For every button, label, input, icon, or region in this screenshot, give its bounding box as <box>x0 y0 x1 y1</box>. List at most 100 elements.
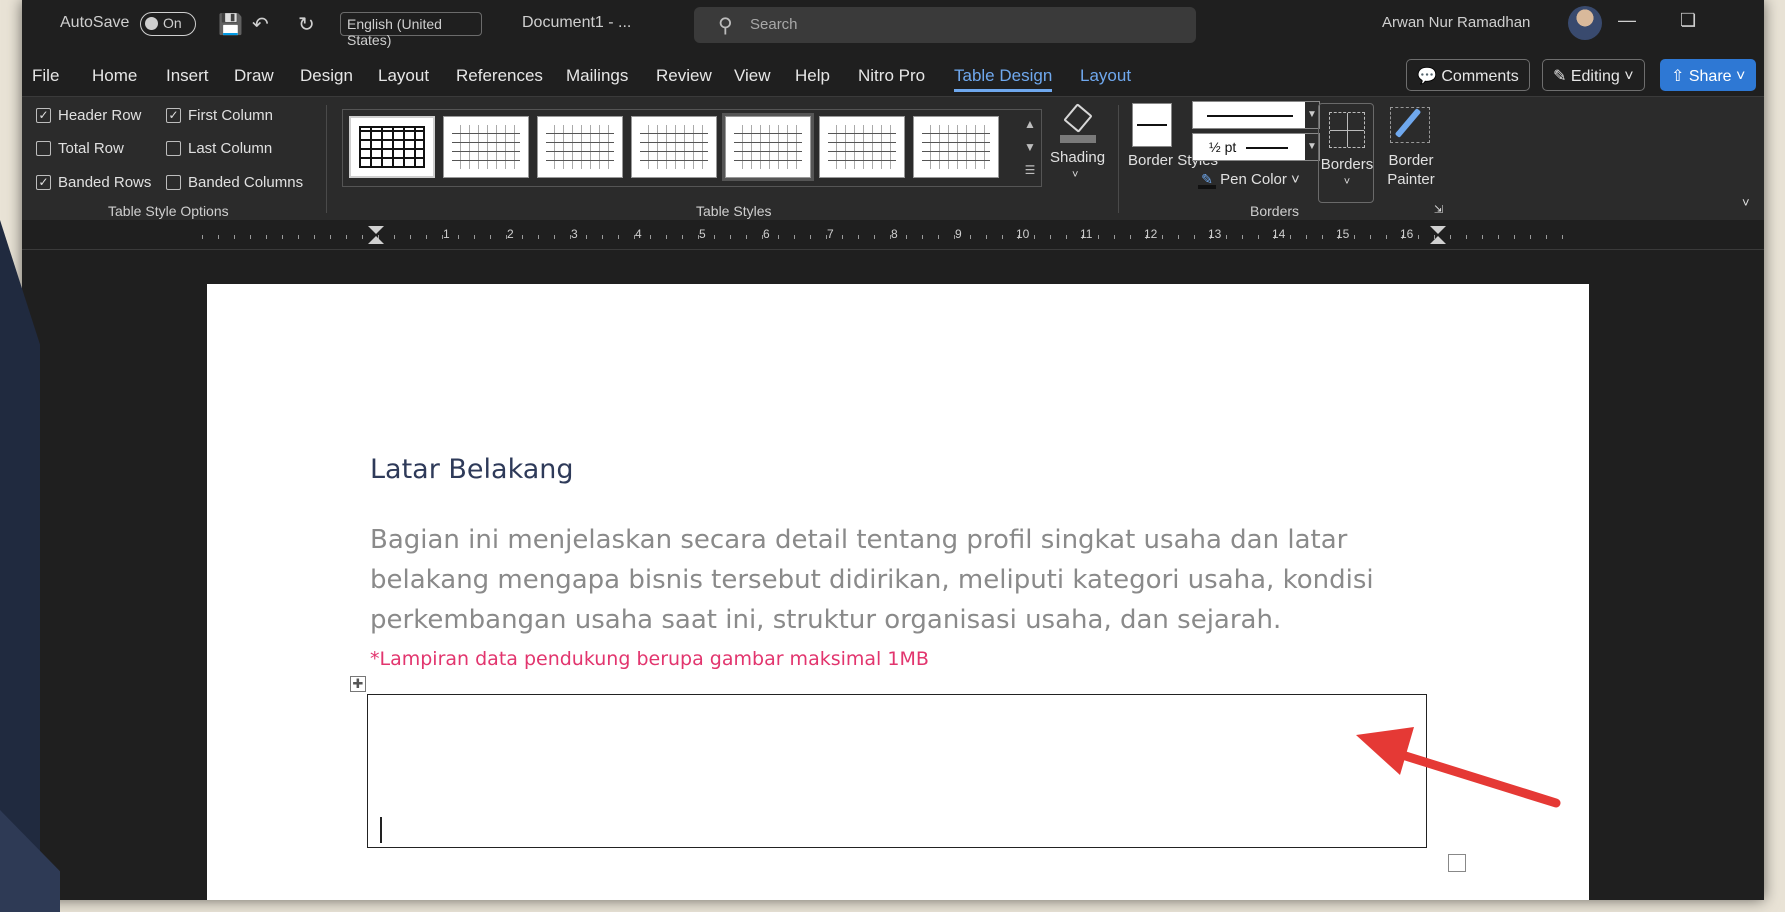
collapse-ribbon-icon[interactable]: ˅ <box>1742 195 1750 210</box>
border-styles-button[interactable]: Border Styles <box>1128 151 1218 170</box>
table-style-swatch[interactable] <box>443 116 529 178</box>
ruler-number: 12 <box>1144 227 1158 241</box>
ruler-number: 8 <box>891 227 898 241</box>
table-style-swatch[interactable] <box>537 116 623 178</box>
right-indent-marker[interactable] <box>1430 226 1446 246</box>
table-style-swatch[interactable] <box>913 116 999 178</box>
table-resize-handle[interactable] <box>1448 854 1466 872</box>
line-style-dropdown[interactable]: ▼ <box>1192 101 1320 129</box>
tab-mailings[interactable]: Mailings <box>566 66 628 86</box>
chevron-down-icon: ▼ <box>1305 134 1319 160</box>
unchecked-box-icon <box>166 141 181 156</box>
pen-icon: ✎ <box>1198 171 1216 189</box>
title-bar: AutoSave On 💾 ↶ ↻ English (United States… <box>22 0 1764 48</box>
border-painter-button[interactable]: Border Painter <box>1384 151 1438 189</box>
minimize-icon[interactable]: — <box>1618 10 1636 31</box>
annotation-arrow-icon <box>1356 727 1561 808</box>
editing-label: Editing <box>1570 68 1620 85</box>
ribbon: ✓ Header Row ✓ First Column Total Row Last… <box>22 96 1764 220</box>
check-icon: ✓ <box>36 108 51 123</box>
ruler-number: 2 <box>507 227 514 241</box>
border-painter-icon[interactable] <box>1390 107 1430 143</box>
table-style-swatch[interactable] <box>631 116 717 178</box>
search-box[interactable]: ⚲ Search <box>694 7 1196 43</box>
ruler-number: 15 <box>1336 227 1350 241</box>
table-styles-gallery <box>342 109 1042 187</box>
share-button[interactable]: ⇧ Share ˅ <box>1660 59 1757 91</box>
tab-table-design[interactable]: Table Design <box>954 66 1053 92</box>
header-row-label: Header Row <box>58 107 142 124</box>
ruler-ticks <box>202 235 1564 239</box>
user-name[interactable]: Arwan Nur Ramadhan <box>1382 14 1530 31</box>
border-styles-icon[interactable] <box>1132 103 1172 147</box>
scroll-up-icon[interactable]: ▲ <box>1022 113 1038 136</box>
attachment-note: *Lampiran data pendukung berupa gambar m… <box>370 648 929 670</box>
left-indent-marker[interactable] <box>368 226 384 246</box>
table-style-swatch[interactable] <box>725 116 811 178</box>
tab-file[interactable]: File <box>32 66 59 86</box>
borders-label: Borders <box>1320 156 1374 173</box>
tab-design[interactable]: Design <box>300 66 353 86</box>
restore-icon[interactable]: ❏ <box>1680 10 1696 31</box>
tab-references[interactable]: References <box>456 66 543 86</box>
line-weight-value: ½ pt <box>1209 139 1237 155</box>
banded-rows-checkbox[interactable]: ✓ Banded Rows <box>36 174 151 191</box>
first-column-label: First Column <box>188 107 274 124</box>
divider <box>326 105 327 213</box>
language-select[interactable]: English (United States) <box>340 12 482 48</box>
save-icon[interactable]: 💾 <box>218 12 243 37</box>
borders-button[interactable]: Borders ˅ <box>1318 103 1374 203</box>
dialog-launcher-icon[interactable]: ⇲ <box>1434 203 1443 216</box>
undo-icon[interactable]: ↶ <box>252 12 269 37</box>
banded-columns-label: Banded Columns <box>188 174 304 191</box>
chevron-down-icon: ▼ <box>1305 102 1319 128</box>
divider <box>1118 105 1119 213</box>
tab-view[interactable]: View <box>734 66 771 86</box>
redo-icon[interactable]: ↻ <box>298 12 315 37</box>
table-cell[interactable] <box>367 694 1427 848</box>
tab-help[interactable]: Help <box>795 66 830 86</box>
horizontal-ruler[interactable]: 1 2 3 4 5 6 7 8 9 10 11 12 13 14 15 16 <box>22 222 1764 250</box>
table-style-swatch[interactable] <box>819 116 905 178</box>
borders-icon <box>1329 112 1365 148</box>
text-cursor <box>380 817 382 843</box>
tab-draw[interactable]: Draw <box>234 66 274 86</box>
first-column-checkbox[interactable]: ✓ First Column <box>166 107 273 124</box>
tab-nitro-pro[interactable]: Nitro Pro <box>858 66 925 86</box>
shading-button[interactable]: Shading <box>1050 149 1105 166</box>
banded-columns-checkbox[interactable]: Banded Columns <box>166 174 303 191</box>
chevron-down-icon[interactable]: ˅ <box>1072 169 1078 181</box>
comments-button[interactable]: 💬 Comments <box>1406 59 1530 91</box>
banded-rows-label: Banded Rows <box>58 174 152 191</box>
search-placeholder: Search <box>750 16 798 33</box>
ruler-number: 1 <box>443 227 450 241</box>
language-value: English (United States) <box>347 16 442 48</box>
pen-color-button[interactable]: ✎ Pen Color ˅ <box>1198 171 1300 189</box>
autosave-state: On <box>163 15 182 31</box>
gallery-scroll[interactable]: ▲ ▼ ☰ <box>1022 113 1038 185</box>
pen-color-label: Pen Color <box>1220 171 1287 188</box>
tab-insert[interactable]: Insert <box>166 66 209 86</box>
autosave-label: AutoSave <box>60 14 130 31</box>
last-column-checkbox[interactable]: Last Column <box>166 140 272 157</box>
autosave-toggle[interactable]: On <box>140 12 196 36</box>
header-row-checkbox[interactable]: ✓ Header Row <box>36 107 141 124</box>
comments-label: Comments <box>1441 68 1519 85</box>
total-row-checkbox[interactable]: Total Row <box>36 140 124 157</box>
tab-review[interactable]: Review <box>656 66 712 86</box>
tab-home[interactable]: Home <box>92 66 137 86</box>
avatar[interactable] <box>1568 6 1602 40</box>
ruler-number: 7 <box>827 227 834 241</box>
tab-layout[interactable]: Layout <box>378 66 429 86</box>
more-icon[interactable]: ☰ <box>1022 159 1038 182</box>
total-row-label: Total Row <box>58 140 124 157</box>
tab-table-layout[interactable]: Layout <box>1080 66 1131 86</box>
shading-icon[interactable] <box>1058 103 1098 143</box>
table-move-handle-icon[interactable]: ✚ <box>350 676 366 692</box>
editing-button[interactable]: ✎ Editing ˅ <box>1542 59 1645 91</box>
scroll-down-icon[interactable]: ▼ <box>1022 136 1038 159</box>
table-style-swatch[interactable] <box>347 114 437 180</box>
ruler-number: 5 <box>699 227 706 241</box>
unchecked-box-icon <box>166 175 181 190</box>
line-weight-dropdown[interactable]: ½ pt ▼ <box>1192 133 1320 161</box>
